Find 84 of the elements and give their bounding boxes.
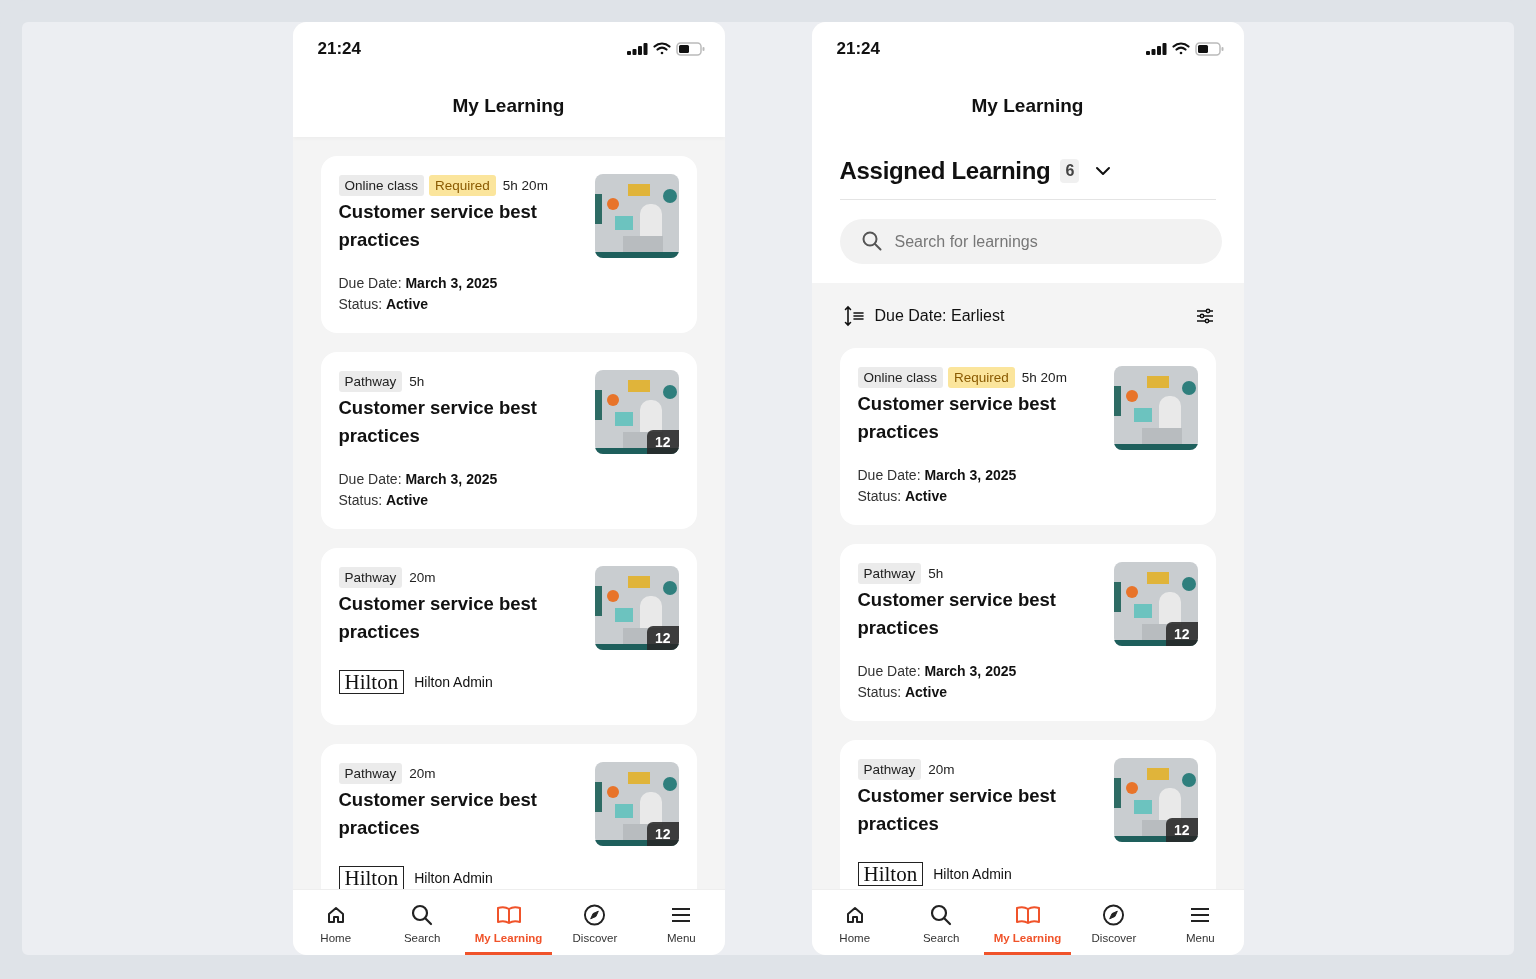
duration-text: 5h 20m (502, 177, 548, 193)
provider-logo: Hilton (857, 862, 924, 886)
search-field[interactable]: Search for learnings (839, 219, 1222, 264)
required-tag: Required (429, 174, 496, 196)
tab-item[interactable]: My Learning (465, 890, 552, 955)
detail-text: Status: Active (338, 295, 429, 314)
required-tag: Required (948, 366, 1015, 388)
course-card[interactable]: Online class Required 5h 20m Customer service best practices Due Date: March 3, 2025 Status: Active (320, 156, 697, 333)
type-tag: Pathway (857, 562, 922, 584)
duration-text: 5h 20m (1021, 369, 1067, 385)
tab-item[interactable]: Discover (1070, 890, 1158, 955)
tab-item[interactable]: Discover (551, 890, 639, 955)
provider-name: Hilton Admin (414, 674, 493, 690)
tab-item[interactable]: Search (897, 890, 985, 955)
course-title: Customer service best practices (338, 200, 538, 252)
filter-icon[interactable] (1195, 307, 1214, 324)
tab-item[interactable]: Menu (638, 890, 725, 955)
duration-text: 20m (409, 569, 436, 585)
item-count-badge: 12 (1165, 622, 1198, 646)
type-tag: Pathway (338, 566, 403, 588)
detail-text: Status: Active (338, 491, 429, 510)
sort-icon[interactable] (842, 304, 865, 327)
tab-item[interactable]: My Learning (984, 890, 1071, 955)
status-time: 21:24 (317, 38, 361, 59)
book-icon (1014, 904, 1041, 926)
chevron-down-icon[interactable] (1095, 166, 1112, 176)
detail-text: Due Date: March 3, 2025 (857, 662, 1018, 681)
item-count-badge: 12 (646, 430, 679, 454)
sort-label[interactable]: Due Date: Earliest (874, 306, 1186, 325)
item-count-badge: 12 (646, 626, 679, 650)
wifi-icon (1171, 42, 1190, 55)
provider-logo: Hilton (338, 670, 405, 694)
compass-icon (583, 904, 607, 926)
tab-item[interactable]: Search (378, 890, 466, 955)
wifi-icon (652, 42, 671, 55)
section-title: Assigned Learning (839, 157, 1051, 185)
type-tag: Online class (857, 366, 944, 388)
tab-item[interactable]: Menu (1157, 890, 1244, 955)
course-title: Customer service best practices (857, 392, 1057, 444)
provider-name: Hilton Admin (414, 870, 493, 886)
signal-icon (1145, 42, 1167, 55)
page-title: My Learning (452, 95, 565, 117)
battery-icon (675, 41, 705, 56)
duration-text: 20m (409, 765, 436, 781)
detail-text: Status: Active (857, 683, 948, 702)
battery-icon (1194, 41, 1224, 56)
course-title: Customer service best practices (338, 788, 538, 840)
course-title: Customer service best practices (857, 784, 1057, 836)
compass-icon (1102, 904, 1126, 926)
detail-text: Status: Active (857, 487, 948, 506)
course-title: Customer service best practices (338, 396, 538, 448)
type-tag: Pathway (857, 758, 922, 780)
course-card[interactable]: Pathway 20m Customer service best practices Hilton Hilton Admin 12 (320, 744, 697, 889)
tab-item[interactable]: Home (292, 890, 379, 955)
signal-icon (626, 42, 648, 55)
page-title: My Learning (971, 95, 1084, 117)
course-card[interactable]: Online class Required 5h 20m Customer service best practices Due Date: March 3, 2025 Status: Active (839, 348, 1216, 525)
search-icon (861, 231, 882, 251)
status-time: 21:24 (836, 38, 880, 59)
course-card[interactable]: Pathway 5h Customer service best practices Due Date: March 3, 2025 Status: Active 12 (839, 544, 1216, 721)
count-badge: 6 (1060, 159, 1080, 183)
course-card[interactable]: Pathway 20m Customer service best practices Hilton Hilton Admin 12 (320, 548, 697, 725)
course-card[interactable]: Pathway 5h Customer service best practices Due Date: March 3, 2025 Status: Active 12 (320, 352, 697, 529)
detail-text: Due Date: March 3, 2025 (338, 470, 499, 489)
tab-item[interactable]: Home (811, 890, 898, 955)
home-icon (844, 904, 865, 926)
type-tag: Pathway (338, 370, 403, 392)
detail-text: Due Date: March 3, 2025 (857, 466, 1018, 485)
duration-text: 5h (409, 373, 425, 389)
search-icon (411, 904, 434, 926)
detail-text: Due Date: March 3, 2025 (338, 274, 499, 293)
book-icon (495, 904, 522, 926)
provider-name: Hilton Admin (933, 866, 1012, 882)
course-title: Customer service best practices (338, 592, 538, 644)
type-tag: Online class (338, 174, 425, 196)
item-count-badge: 12 (1165, 818, 1198, 842)
search-icon (930, 904, 953, 926)
type-tag: Pathway (338, 762, 403, 784)
item-count-badge: 12 (646, 822, 679, 846)
home-icon (325, 904, 346, 926)
duration-text: 20m (928, 761, 955, 777)
duration-text: 5h (928, 565, 944, 581)
course-title: Customer service best practices (857, 588, 1057, 640)
course-card[interactable]: Pathway 20m Customer service best practices Hilton Hilton Admin 12 (839, 740, 1216, 889)
